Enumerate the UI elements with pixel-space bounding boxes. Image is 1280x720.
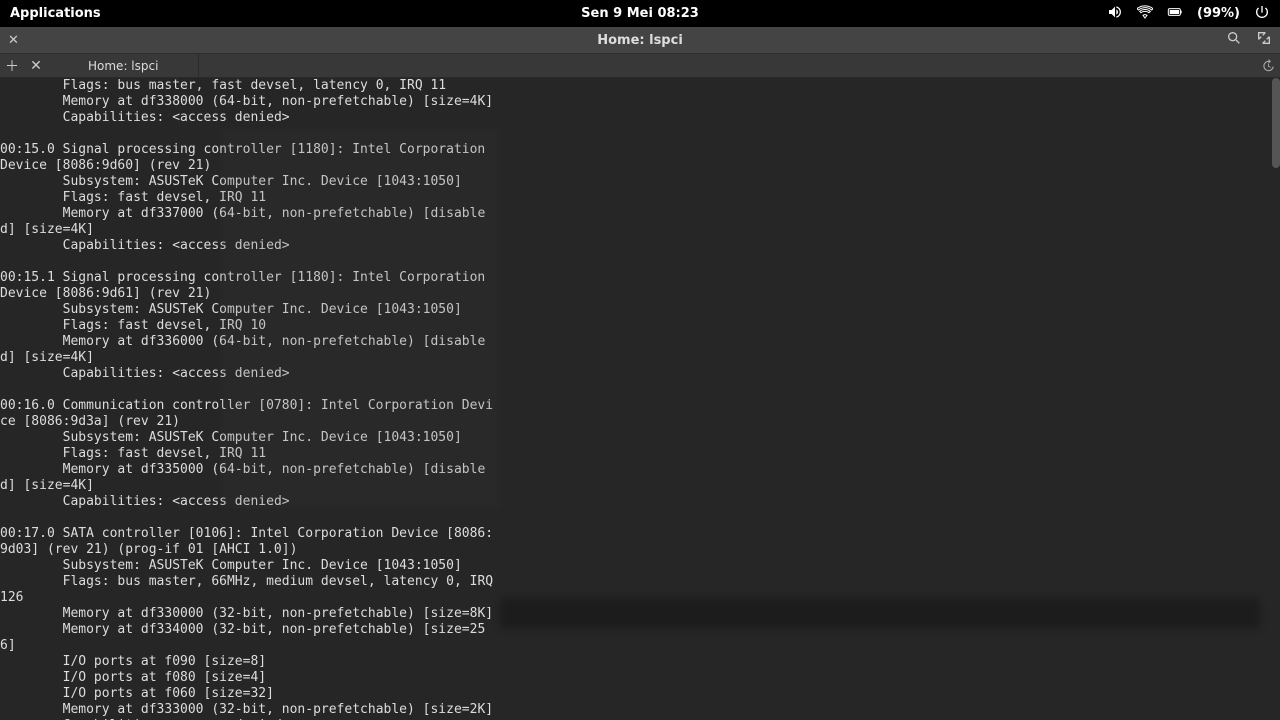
- history-icon[interactable]: [1256, 59, 1280, 73]
- volume-icon[interactable]: [1107, 4, 1123, 24]
- window-title: Home: lspci: [597, 33, 683, 48]
- tab-home-lspci[interactable]: Home: lspci: [48, 54, 199, 78]
- tab-bar: ＋ ✕ Home: lspci: [0, 54, 1280, 78]
- restore-icon[interactable]: [1256, 30, 1272, 50]
- terminal-view[interactable]: Flags: bus master, fast devsel, latency …: [0, 78, 1280, 720]
- wifi-icon[interactable]: [1137, 4, 1153, 24]
- battery-icon[interactable]: [1167, 4, 1183, 24]
- power-icon[interactable]: [1254, 4, 1270, 24]
- close-button[interactable]: ✕: [8, 33, 24, 48]
- window-titlebar: ✕ Home: lspci: [0, 27, 1280, 54]
- close-tab-button[interactable]: ✕: [24, 54, 48, 78]
- background-ghost-bar: [500, 598, 1260, 628]
- new-tab-button[interactable]: ＋: [0, 54, 24, 78]
- applications-menu[interactable]: Applications: [10, 6, 101, 21]
- top-menu-bar: Applications Sen 9 Mei 08:23 (99%): [0, 0, 1280, 27]
- search-icon[interactable]: [1226, 30, 1242, 50]
- scrollbar[interactable]: [1270, 78, 1280, 720]
- clock[interactable]: Sen 9 Mei 08:23: [581, 6, 699, 21]
- battery-percent: (99%): [1197, 6, 1240, 21]
- background-ghost: [220, 128, 500, 508]
- scrollbar-thumb[interactable]: [1272, 78, 1280, 168]
